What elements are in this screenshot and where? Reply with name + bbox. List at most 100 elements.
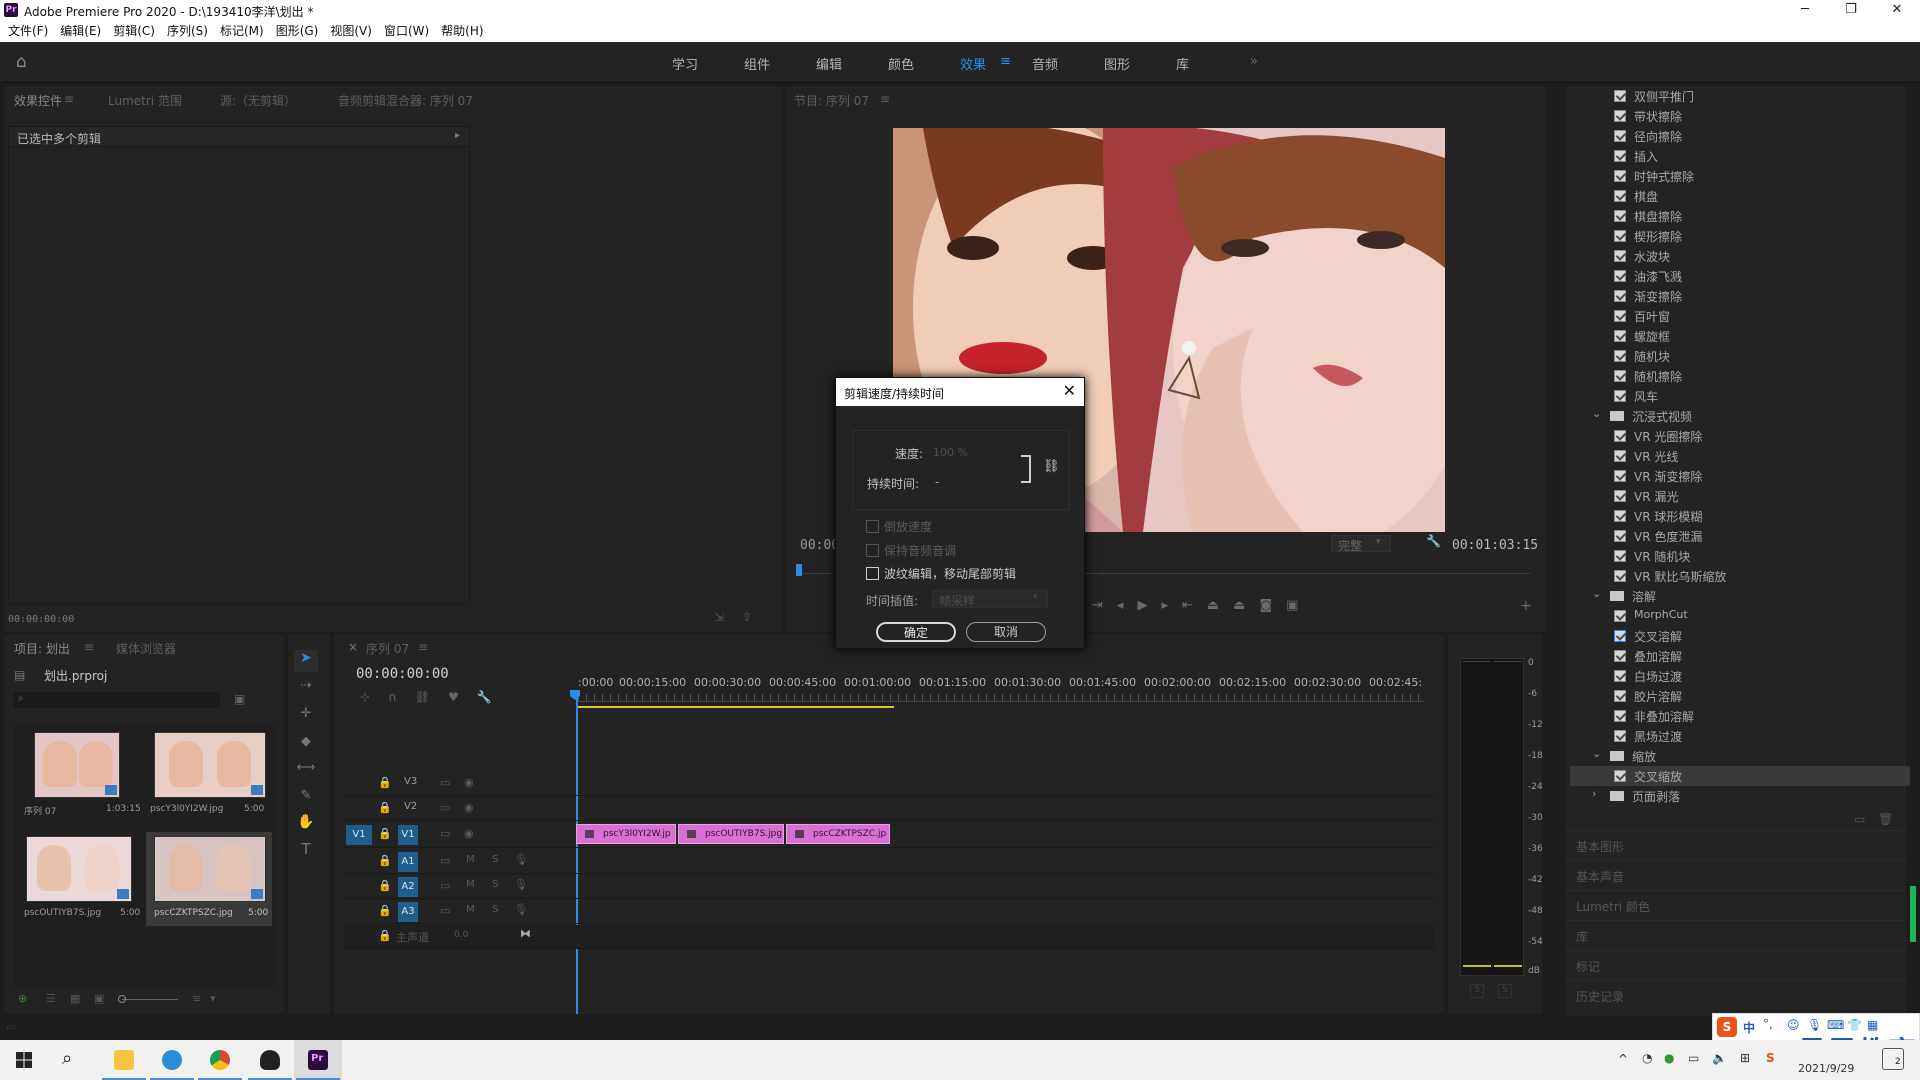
effects-item[interactable]: 交叉缩放 <box>1570 766 1910 786</box>
duration-value[interactable]: - <box>935 475 939 489</box>
more-workspaces-icon[interactable]: » <box>1250 54 1258 69</box>
ime-punct[interactable]: °, <box>1763 1017 1773 1031</box>
workspace-learn[interactable]: 学习 <box>672 54 698 73</box>
effects-item[interactable]: 棋盘擦除 <box>1570 206 1910 226</box>
workspace-libraries[interactable]: 库 <box>1176 54 1189 73</box>
workspace-effects[interactable]: 效果 <box>960 54 986 73</box>
effects-item[interactable]: VR 球形模糊 <box>1570 506 1910 526</box>
track-target-a3[interactable]: A3 <box>398 902 418 922</box>
sort-icon[interactable]: ≡ <box>192 992 201 1005</box>
tab-lumetri-scopes[interactable]: Lumetri 范围 <box>108 92 182 109</box>
workspace-editing[interactable]: 编辑 <box>816 54 842 73</box>
effects-item[interactable]: 叠加溶解 <box>1570 646 1910 666</box>
track-target-a2[interactable]: A2 <box>398 877 418 897</box>
linked-selection-icon[interactable]: ⛓ <box>415 690 448 704</box>
hand-tool-icon[interactable]: ✋ <box>294 814 318 830</box>
tab-audio-clip-mixer[interactable]: 音频剪辑混合器: 序列 07 <box>338 92 473 109</box>
ripple-edit-checkbox[interactable]: 波纹编辑，移动尾部剪辑 <box>866 565 1066 583</box>
track-select-tool-icon[interactable]: ⇢ <box>294 678 318 693</box>
lift-icon[interactable]: ⏏ <box>1207 598 1233 613</box>
lock-icon[interactable]: 🔒 <box>378 827 392 840</box>
workspace-color[interactable]: 颜色 <box>888 54 914 73</box>
add-button-icon[interactable]: + <box>1520 598 1532 614</box>
effects-item[interactable]: 油漆飞溅 <box>1570 266 1910 286</box>
lock-icon[interactable]: 🔒 <box>378 929 392 942</box>
timeline-clip[interactable]: pscCZKTPSZC.jp <box>786 824 890 844</box>
track-label[interactable]: V3 <box>404 776 417 787</box>
chevron-down-icon[interactable]: ⌄ <box>1592 407 1601 420</box>
speed-value[interactable]: 100 % <box>933 446 968 459</box>
close-button[interactable]: ✕ <box>1874 0 1920 21</box>
zoom-slider[interactable] <box>122 999 178 1000</box>
effects-item[interactable]: 楔形擦除 <box>1570 226 1910 246</box>
mute-button[interactable]: M <box>466 854 475 865</box>
effects-item[interactable]: VR 漏光 <box>1570 486 1910 506</box>
zoom-slider-handle[interactable] <box>118 995 126 1003</box>
maintain-pitch-checkbox[interactable]: 保持音频音调 <box>866 542 1066 560</box>
workspace-audio[interactable]: 音频 <box>1032 54 1058 73</box>
effects-item[interactable]: 白场过渡 <box>1570 666 1910 686</box>
menu-help[interactable]: 帮助(H) <box>435 21 489 42</box>
step-forward-icon[interactable]: ▸ <box>1161 598 1182 613</box>
effects-item[interactable]: 随机擦除 <box>1570 366 1910 386</box>
tab-sequence[interactable]: 序列 07 <box>366 640 409 657</box>
effects-item[interactable]: VR 渐变擦除 <box>1570 466 1910 486</box>
effects-item[interactable]: 随机块 <box>1570 346 1910 366</box>
volume-icon[interactable]: 🔈 <box>1712 1051 1727 1065</box>
effects-item[interactable]: 非叠加溶解 <box>1570 706 1910 726</box>
microphone-icon[interactable]: 🎙 <box>514 903 528 916</box>
add-marker-icon[interactable]: ♥ <box>448 690 477 704</box>
menu-window[interactable]: 窗口(W) <box>378 21 435 42</box>
solo-right-button[interactable]: S <box>1498 984 1512 998</box>
master-level[interactable]: 0.0 <box>454 930 468 940</box>
lock-icon[interactable]: 🔒 <box>378 776 392 789</box>
icon-view-icon[interactable]: ▦ <box>70 992 80 1005</box>
project-search-input[interactable]: ⌕ <box>14 692 220 708</box>
selection-tool-icon[interactable]: ➤ <box>294 650 318 672</box>
taskbar-date[interactable]: 2021/9/29 <box>1798 1062 1854 1075</box>
search-icon[interactable]: ⌕ <box>48 1040 96 1080</box>
reverse-speed-checkbox[interactable]: 倒放速度 <box>866 518 1066 536</box>
eye-icon[interactable]: ◉ <box>464 776 474 789</box>
chrome-icon[interactable] <box>196 1040 244 1080</box>
section-lumetri-color[interactable]: Lumetri 颜色 <box>1566 890 1906 920</box>
wrench-icon[interactable]: 🔧 <box>1426 534 1441 548</box>
sync-lock-icon[interactable]: ▭ <box>440 879 450 892</box>
effects-folder[interactable]: › 页面剥落 <box>1570 786 1910 806</box>
menu-sequence[interactable]: 序列(S) <box>161 21 214 42</box>
ime-tray-icon[interactable]: ⊞ <box>1740 1051 1750 1065</box>
program-playhead[interactable] <box>796 564 802 576</box>
track-target-a1[interactable]: A1 <box>398 852 418 872</box>
notification-bell-icon[interactable]: ◔ <box>1642 1051 1652 1065</box>
workspace-menu-icon[interactable]: ≡ <box>1000 54 1011 69</box>
scrollbar-thumb[interactable] <box>1910 886 1916 942</box>
ime-mode[interactable]: 中 <box>1743 1019 1755 1036</box>
sync-lock-icon[interactable]: ▭ <box>440 776 450 789</box>
section-history[interactable]: 历史记录 <box>1566 980 1906 1010</box>
chevron-down-icon[interactable]: ▾ <box>210 992 216 1005</box>
effects-item[interactable]: 渐变擦除 <box>1570 286 1910 306</box>
effects-item[interactable]: 棋盘 <box>1570 186 1910 206</box>
eye-icon[interactable]: ◉ <box>464 801 474 814</box>
delete-icon[interactable]: 🗑 <box>1878 812 1893 826</box>
sync-lock-icon[interactable]: ▭ <box>440 827 450 840</box>
new-bin-icon[interactable]: ▣ <box>234 692 245 706</box>
snap-icon[interactable]: ∩ <box>388 690 415 704</box>
effects-item[interactable]: 胶片溶解 <box>1570 686 1910 706</box>
nest-icon[interactable]: ⊹ <box>360 690 388 704</box>
section-essential-graphics[interactable]: 基本图形 <box>1566 830 1906 860</box>
extract-icon[interactable]: ⏏ <box>1233 598 1259 613</box>
tab-media-browser[interactable]: 媒体浏览器 <box>116 640 176 657</box>
expand-arrow-icon[interactable]: ▸ <box>455 130 460 141</box>
camera-icon[interactable]: ◙ <box>1259 598 1286 613</box>
network-icon[interactable]: ▭ <box>1688 1051 1699 1065</box>
tab-program[interactable]: 节目: 序列 07 <box>794 92 869 109</box>
fit-dropdown[interactable]: 完整 ▾ <box>1331 535 1391 553</box>
minimize-button[interactable]: ─ <box>1782 0 1828 21</box>
microphone-icon[interactable]: 🎙 <box>514 878 528 891</box>
type-tool-icon[interactable]: T <box>294 840 318 858</box>
program-current-time[interactable]: 00:00 <box>800 538 839 553</box>
source-patch-v1[interactable]: V1 <box>346 825 372 845</box>
dialog-close-button[interactable]: ✕ <box>1063 381 1076 400</box>
effects-item[interactable]: 百叶窗 <box>1570 306 1910 326</box>
